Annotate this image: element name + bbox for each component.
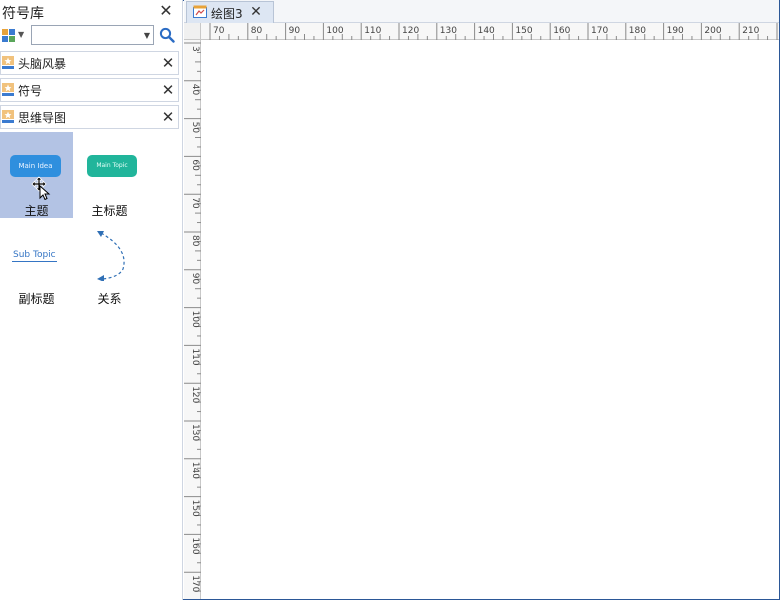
ruler-label: 90 bbox=[190, 273, 200, 285]
category-label: 头脑风暴 bbox=[18, 57, 67, 71]
symbol-sub-topic[interactable]: Sub Topic 副标题 bbox=[0, 220, 73, 306]
drawing-icon bbox=[193, 5, 207, 19]
symbol-library-panel: 符号库 ✕ ▼ ▼ 头脑风暴 ✕ 符号 ✕ 思维导图 ✕ Main Idea 主… bbox=[0, 0, 183, 600]
star-folder-icon bbox=[2, 110, 14, 124]
ruler-label: 60 bbox=[190, 159, 200, 171]
ruler-label: 170 bbox=[190, 575, 200, 592]
close-icon[interactable]: ✕ bbox=[161, 81, 175, 99]
main-idea-shape: Main Idea bbox=[10, 155, 61, 177]
category-label: 符号 bbox=[18, 84, 43, 98]
ruler-label: 190 bbox=[667, 26, 684, 36]
ruler-label: 100 bbox=[190, 311, 200, 328]
ruler-label: 180 bbox=[629, 26, 646, 36]
ruler-label: 140 bbox=[478, 26, 495, 36]
ruler-label: 130 bbox=[190, 424, 200, 441]
move-cursor-icon bbox=[30, 176, 52, 201]
ruler-label: 150 bbox=[190, 500, 200, 517]
close-icon[interactable]: ✕ bbox=[249, 3, 263, 21]
ruler-label: 210 bbox=[742, 26, 759, 36]
library-grid-icon[interactable] bbox=[2, 29, 16, 43]
relation-arrow-icon bbox=[97, 231, 125, 281]
ruler-label: 130 bbox=[440, 26, 457, 36]
horizontal-ruler-ticks: 70 80 90 100 110 120 130 140 150 160 170 180 190 200 2… bbox=[209, 23, 778, 40]
symbol-main-topic[interactable]: Main Topic 主标题 bbox=[73, 132, 146, 218]
ruler-label: 110 bbox=[364, 26, 381, 36]
search-icon[interactable] bbox=[159, 27, 175, 43]
horizontal-ruler[interactable]: 70 80 90 100 110 120 130 140 150 160 170 180 190 200 2… bbox=[201, 23, 779, 40]
ruler-label: 50 bbox=[190, 122, 200, 134]
category-mindmap[interactable]: 思维导图 ✕ bbox=[0, 105, 179, 129]
ruler-label: 170 bbox=[591, 26, 608, 36]
vertical-ruler[interactable]: 3 40 50 60 70 80 90 100 110 120 130 140 150 160 170 bbox=[184, 40, 201, 599]
panel-title: 符号库 bbox=[2, 6, 44, 22]
ruler-label: 70 bbox=[213, 26, 225, 36]
symbol-label: 副标题 bbox=[18, 292, 55, 306]
star-folder-icon bbox=[2, 56, 14, 70]
ruler-label: 120 bbox=[190, 386, 200, 403]
category-symbols[interactable]: 符号 ✕ bbox=[0, 78, 179, 102]
ruler-label: 110 bbox=[190, 348, 200, 365]
search-input[interactable] bbox=[32, 26, 137, 44]
category-label: 思维导图 bbox=[18, 111, 67, 125]
ruler-label: 160 bbox=[190, 537, 200, 554]
ruler-label: 140 bbox=[190, 462, 200, 479]
symbol-main-idea[interactable]: Main Idea 主题 bbox=[0, 132, 73, 218]
tab-drawing3[interactable]: 绘图3 ✕ bbox=[186, 1, 274, 23]
ruler-label: 80 bbox=[190, 235, 200, 247]
ruler-label: 200 bbox=[704, 26, 721, 36]
document-tabbar: 绘图3 ✕ bbox=[184, 0, 779, 23]
panel-close-button[interactable]: ✕ bbox=[158, 2, 174, 20]
ruler-label: 70 bbox=[190, 197, 200, 209]
symbol-label: 主题 bbox=[24, 204, 49, 218]
ruler-label: 40 bbox=[190, 84, 200, 96]
tab-label: 绘图3 bbox=[211, 7, 243, 21]
ruler-label: 120 bbox=[402, 26, 419, 36]
star-folder-icon bbox=[2, 83, 14, 97]
sub-topic-shape: Sub Topic bbox=[12, 250, 57, 262]
ruler-label: 80 bbox=[251, 26, 263, 36]
search-combobox[interactable]: ▼ bbox=[31, 25, 154, 45]
close-icon[interactable]: ✕ bbox=[161, 108, 175, 126]
ruler-label: 100 bbox=[326, 26, 343, 36]
symbol-label: 主标题 bbox=[91, 204, 128, 218]
chevron-down-icon[interactable]: ▼ bbox=[144, 31, 150, 40]
symbol-grid: Main Idea 主题 Main Topic 主标题 Sub Topic 副标… bbox=[0, 132, 183, 312]
symbol-label: 关系 bbox=[97, 292, 122, 306]
drawing-canvas[interactable] bbox=[202, 41, 779, 599]
library-toolbar: ▼ ▼ bbox=[0, 24, 183, 48]
chevron-down-icon[interactable]: ▼ bbox=[18, 30, 24, 39]
close-icon: ✕ bbox=[159, 1, 173, 20]
ruler-label: 90 bbox=[289, 26, 301, 36]
main-topic-shape: Main Topic bbox=[87, 155, 137, 177]
ruler-label: 150 bbox=[515, 26, 532, 36]
category-brainstorm[interactable]: 头脑风暴 ✕ bbox=[0, 51, 179, 75]
close-icon[interactable]: ✕ bbox=[161, 54, 175, 72]
ruler-label: 160 bbox=[553, 26, 570, 36]
ruler-corner bbox=[184, 23, 201, 40]
ruler-label: 3 bbox=[190, 46, 200, 52]
vertical-ruler-ticks: 3 40 50 60 70 80 90 100 110 120 130 140 150 160 170 bbox=[184, 42, 201, 593]
symbol-relation[interactable]: 关系 bbox=[73, 220, 146, 306]
